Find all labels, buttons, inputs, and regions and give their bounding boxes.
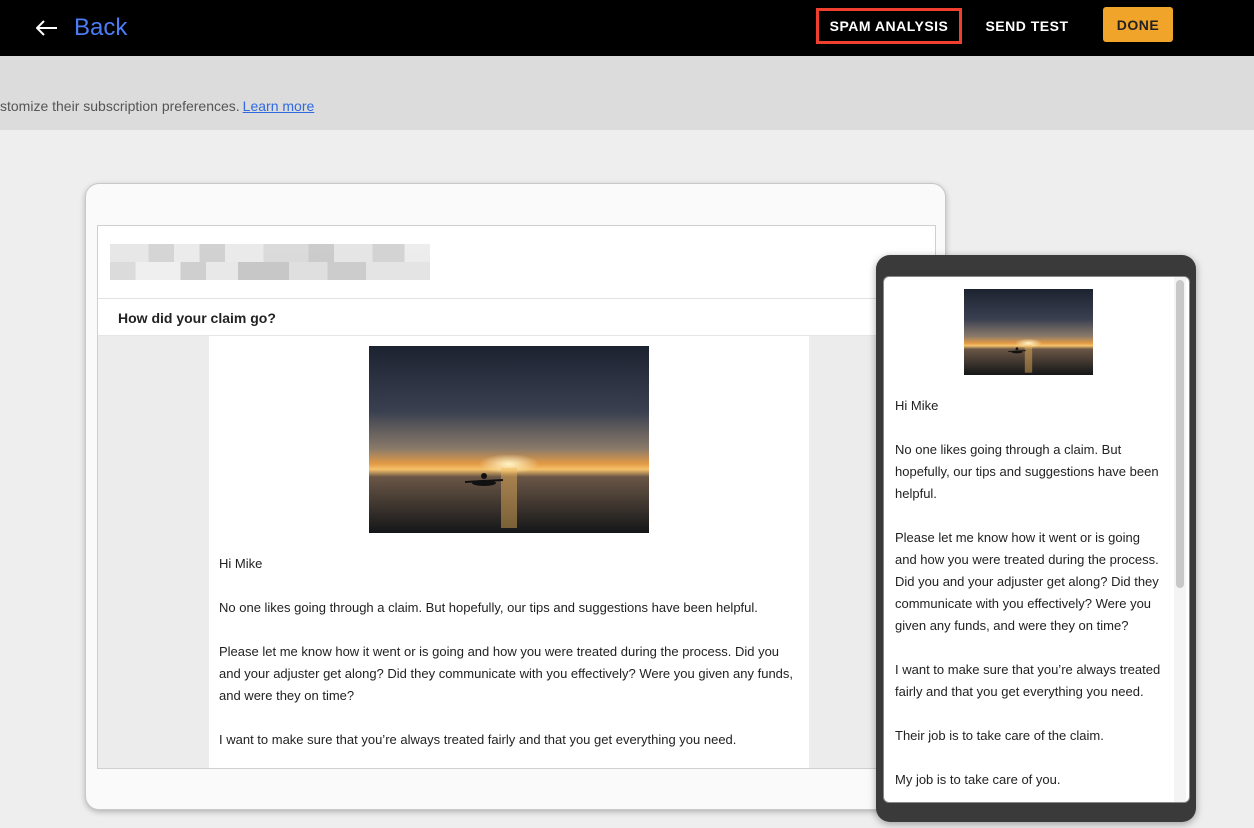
learn-more-link[interactable]: Learn more bbox=[243, 98, 315, 114]
top-bar: Back SPAM ANALYSIS SEND TEST DONE bbox=[0, 0, 1254, 56]
spam-analysis-button[interactable]: SPAM ANALYSIS bbox=[816, 8, 962, 44]
done-button[interactable]: DONE bbox=[1103, 7, 1173, 42]
back-button[interactable]: Back bbox=[36, 10, 127, 46]
notice-text: stomize their subscription preferences. L… bbox=[0, 98, 314, 114]
arrow-left-icon bbox=[36, 20, 57, 36]
paragraph-1: No one likes going through a claim. But … bbox=[219, 600, 758, 615]
subject-row: How did your claim go? bbox=[98, 299, 935, 336]
mobile-paragraph-4: Their job is to take care of the claim. bbox=[895, 728, 1104, 743]
email-subject: How did your claim go? bbox=[118, 310, 276, 326]
desktop-email-frame: How did your claim go? Hi Mike No one li… bbox=[97, 225, 936, 769]
notice-message: stomize their subscription preferences. bbox=[0, 98, 240, 114]
scrollbar-thumb[interactable] bbox=[1176, 280, 1184, 588]
notice-bar: stomize their subscription preferences. L… bbox=[0, 56, 1254, 130]
kayak-sunset-image bbox=[369, 346, 649, 533]
desktop-preview: How did your claim go? Hi Mike No one li… bbox=[85, 183, 946, 810]
mobile-paragraph-5: My job is to take care of you. bbox=[895, 772, 1061, 787]
greeting: Hi Mike bbox=[219, 556, 263, 571]
mobile-screen: Hi Mike No one likes going through a cla… bbox=[883, 276, 1190, 803]
mobile-email-text: Hi Mike No one likes going through a cla… bbox=[895, 395, 1163, 802]
paragraph-2: Please let me know how it went or is goi… bbox=[219, 644, 794, 703]
mobile-preview: Hi Mike No one likes going through a cla… bbox=[876, 255, 1196, 822]
mobile-paragraph-2: Please let me know how it went or is goi… bbox=[895, 530, 1159, 633]
kayak-sunset-image-mobile bbox=[964, 289, 1093, 375]
email-text: Hi Mike No one likes going through a cla… bbox=[219, 553, 799, 768]
back-label: Back bbox=[74, 14, 128, 41]
paragraph-3: I want to make sure that you’re always t… bbox=[219, 732, 737, 747]
sender-header bbox=[98, 226, 935, 299]
mobile-paragraph-3: I want to make sure that you’re always t… bbox=[895, 662, 1161, 699]
email-body: Hi Mike No one likes going through a cla… bbox=[209, 336, 809, 768]
mobile-greeting: Hi Mike bbox=[895, 398, 939, 413]
redacted-sender bbox=[110, 244, 430, 280]
send-test-button[interactable]: SEND TEST bbox=[982, 8, 1072, 44]
mobile-paragraph-1: No one likes going through a claim. But … bbox=[895, 442, 1159, 501]
